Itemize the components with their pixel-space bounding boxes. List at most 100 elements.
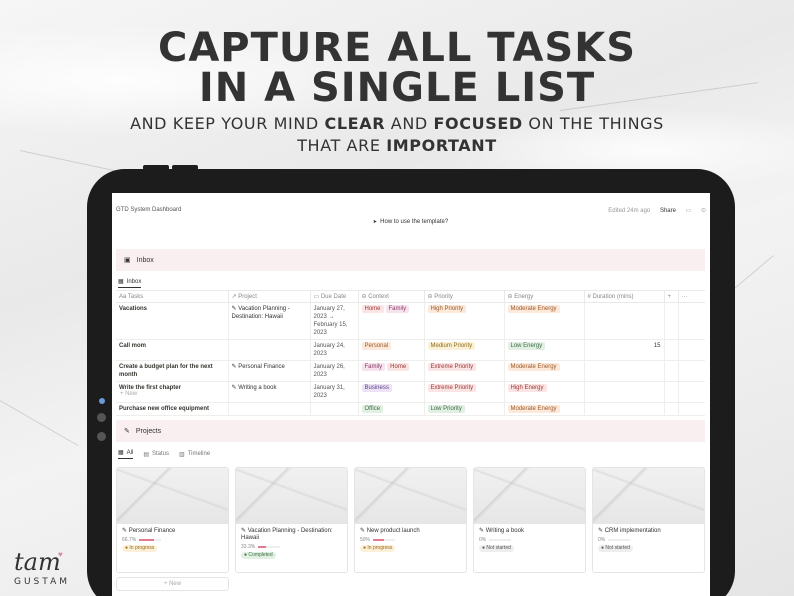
inbox-new-button[interactable]: + New	[120, 391, 137, 397]
due-date-cell[interactable]: January 26, 2023	[310, 360, 359, 382]
breadcrumb[interactable]: GTD System Dashboard	[116, 207, 181, 213]
project-card[interactable]: ✎ Vacation Planning - Destination: Hawai…	[235, 467, 348, 573]
context-cell[interactable]: Family Home	[358, 360, 425, 382]
due-date-cell[interactable]: January 31, 2023	[310, 381, 359, 403]
progress-label: 66.7%	[122, 537, 137, 543]
tab-inbox-label: Inbox	[126, 278, 142, 285]
add-column-button[interactable]: +	[664, 290, 679, 303]
tag: Moderate Energy	[507, 363, 560, 371]
context-cell[interactable]: Home Family	[358, 302, 425, 340]
triangle-right-icon: ▸	[373, 219, 377, 225]
project-link[interactable]: Vacation Planning - Destination: Hawaii	[232, 306, 290, 320]
empty-cell	[678, 302, 705, 340]
priority-cell[interactable]: Extreme Priority	[424, 360, 505, 382]
column-header-duration[interactable]: # Duration (mins)	[584, 290, 665, 303]
energy-cell[interactable]: High Energy	[504, 381, 585, 403]
marble-vein	[0, 400, 79, 446]
project-card[interactable]: ✎ Personal Finance 66.7% ● In progress	[116, 467, 229, 573]
project-card[interactable]: ✎ New product launch 50% ● In progress	[354, 467, 467, 573]
column-header-energy[interactable]: ⊖ Energy	[504, 290, 585, 303]
task-cell[interactable]: Purchase new office equipment	[116, 402, 229, 416]
duration-cell[interactable]: 15	[584, 339, 665, 361]
energy-cell[interactable]: Moderate Energy	[504, 402, 585, 416]
project-cell[interactable]	[228, 402, 311, 416]
energy-cell[interactable]: Moderate Energy	[504, 302, 585, 340]
context-cell[interactable]: Personal	[358, 339, 425, 361]
duration-value: 15	[653, 343, 661, 349]
duration-cell[interactable]	[584, 381, 665, 403]
card-title-text: CRM implementation	[604, 528, 661, 534]
topbar: GTD System Dashboard Edited 24m ago Shar…	[116, 207, 706, 215]
progress-bar	[258, 546, 281, 548]
progress-label: 0%	[479, 537, 487, 543]
camera-icon	[99, 398, 105, 404]
task-cell[interactable]: Create a budget plan for the next month	[116, 360, 229, 382]
energy-cell[interactable]: Moderate Energy	[504, 360, 585, 382]
due-date-cell[interactable]: January 27, 2023 → February 15, 2023	[310, 302, 359, 340]
task-title: Call mom	[119, 343, 147, 349]
progress-label: 50%	[360, 537, 371, 543]
howto-toggle[interactable]: ▸ How to use the template?	[112, 218, 710, 225]
empty-cell	[678, 339, 705, 361]
logo-gustam: GUSTAM	[14, 577, 70, 587]
logo-tam: tam	[14, 548, 61, 576]
due-date-cell[interactable]: January 24, 2023	[310, 339, 359, 361]
column-header-priority[interactable]: ⊖ Priority	[424, 290, 505, 303]
tab-all[interactable]: ▦ All	[118, 449, 134, 459]
column-header-context[interactable]: ⊖ Context	[358, 290, 425, 303]
table-icon: ▦	[118, 279, 124, 285]
share-button[interactable]: Share	[660, 208, 676, 214]
table-row[interactable]: Call mom January 24, 2023 Personal Medium P…	[116, 339, 705, 361]
task-title: Vacations	[119, 306, 148, 312]
table-row[interactable]: Create a budget plan for the next month ✎…	[116, 360, 705, 382]
project-cell[interactable]: ✎ Personal Finance	[228, 360, 311, 382]
progress-bar	[608, 539, 631, 541]
project-card[interactable]: ✎ Writing a book 0% ● Not started	[473, 467, 586, 573]
table-row[interactable]: Vacations ✎ Vacation Planning - Destinati…	[116, 302, 705, 340]
inbox-view-tabs: ▦ Inbox	[118, 278, 142, 288]
context-cell[interactable]: Office	[358, 402, 425, 416]
priority-cell[interactable]: Low Priority	[424, 402, 505, 416]
progress-label: 0%	[598, 537, 606, 543]
task-cell[interactable]: Vacations	[116, 302, 229, 340]
energy-cell[interactable]: Low Energy	[504, 339, 585, 361]
context-cell[interactable]: Business	[358, 381, 425, 403]
task-cell[interactable]: Call mom	[116, 339, 229, 361]
column-header-project[interactable]: ↗ Project	[228, 290, 311, 303]
column-header-tasks[interactable]: Aa Tasks	[116, 290, 229, 303]
project-card[interactable]: ✎ CRM implementation 0% ● Not started	[592, 467, 705, 573]
tag: Low Priority	[427, 405, 465, 413]
progress-bar-fill	[373, 539, 385, 541]
table-row[interactable]: Purchase new office equipment Office Low P…	[116, 402, 705, 416]
tab-timeline[interactable]: ▥ Timeline	[179, 449, 210, 459]
projects-new-button[interactable]: + New	[116, 577, 229, 591]
due-date: January 24, 2023	[313, 343, 345, 357]
inbox-title: Inbox	[136, 256, 154, 264]
comment-icon[interactable]: ▭	[686, 208, 692, 214]
column-header-due-date[interactable]: ▭ Due Date	[310, 290, 359, 303]
more-icon[interactable]: ⊙	[701, 208, 706, 214]
project-cell[interactable]: ✎ Vacation Planning - Destination: Hawai…	[228, 302, 311, 340]
priority-cell[interactable]: High Priority	[424, 302, 505, 340]
tag: Moderate Energy	[507, 405, 560, 413]
duration-cell[interactable]	[584, 302, 665, 340]
timeline-icon: ▥	[179, 451, 185, 458]
status-badge: ● Not started	[479, 545, 514, 552]
project-cell[interactable]	[228, 339, 311, 361]
project-cell[interactable]: ✎ Writing a book	[228, 381, 311, 403]
card-progress: 50%	[355, 536, 466, 544]
project-link[interactable]: Writing a book	[238, 385, 276, 391]
subheadline-line-2: THAT ARE IMPORTANT	[297, 136, 497, 155]
duration-cell[interactable]	[584, 402, 665, 416]
projects-icon: ✎	[124, 428, 130, 435]
table-row[interactable]: Write the first chapter ✎ Writing a book J…	[116, 381, 705, 403]
priority-cell[interactable]: Medium Priority	[424, 339, 505, 361]
project-link[interactable]: Personal Finance	[238, 364, 285, 370]
duration-cell[interactable]	[584, 360, 665, 382]
due-date-cell[interactable]	[310, 402, 359, 416]
priority-cell[interactable]: Extreme Priority	[424, 381, 505, 403]
tab-status[interactable]: ▤ Status	[143, 449, 169, 459]
card-title: ✎ Writing a book	[474, 524, 585, 536]
more-columns-button[interactable]: ···	[678, 290, 705, 303]
tab-inbox[interactable]: ▦ Inbox	[118, 278, 142, 288]
